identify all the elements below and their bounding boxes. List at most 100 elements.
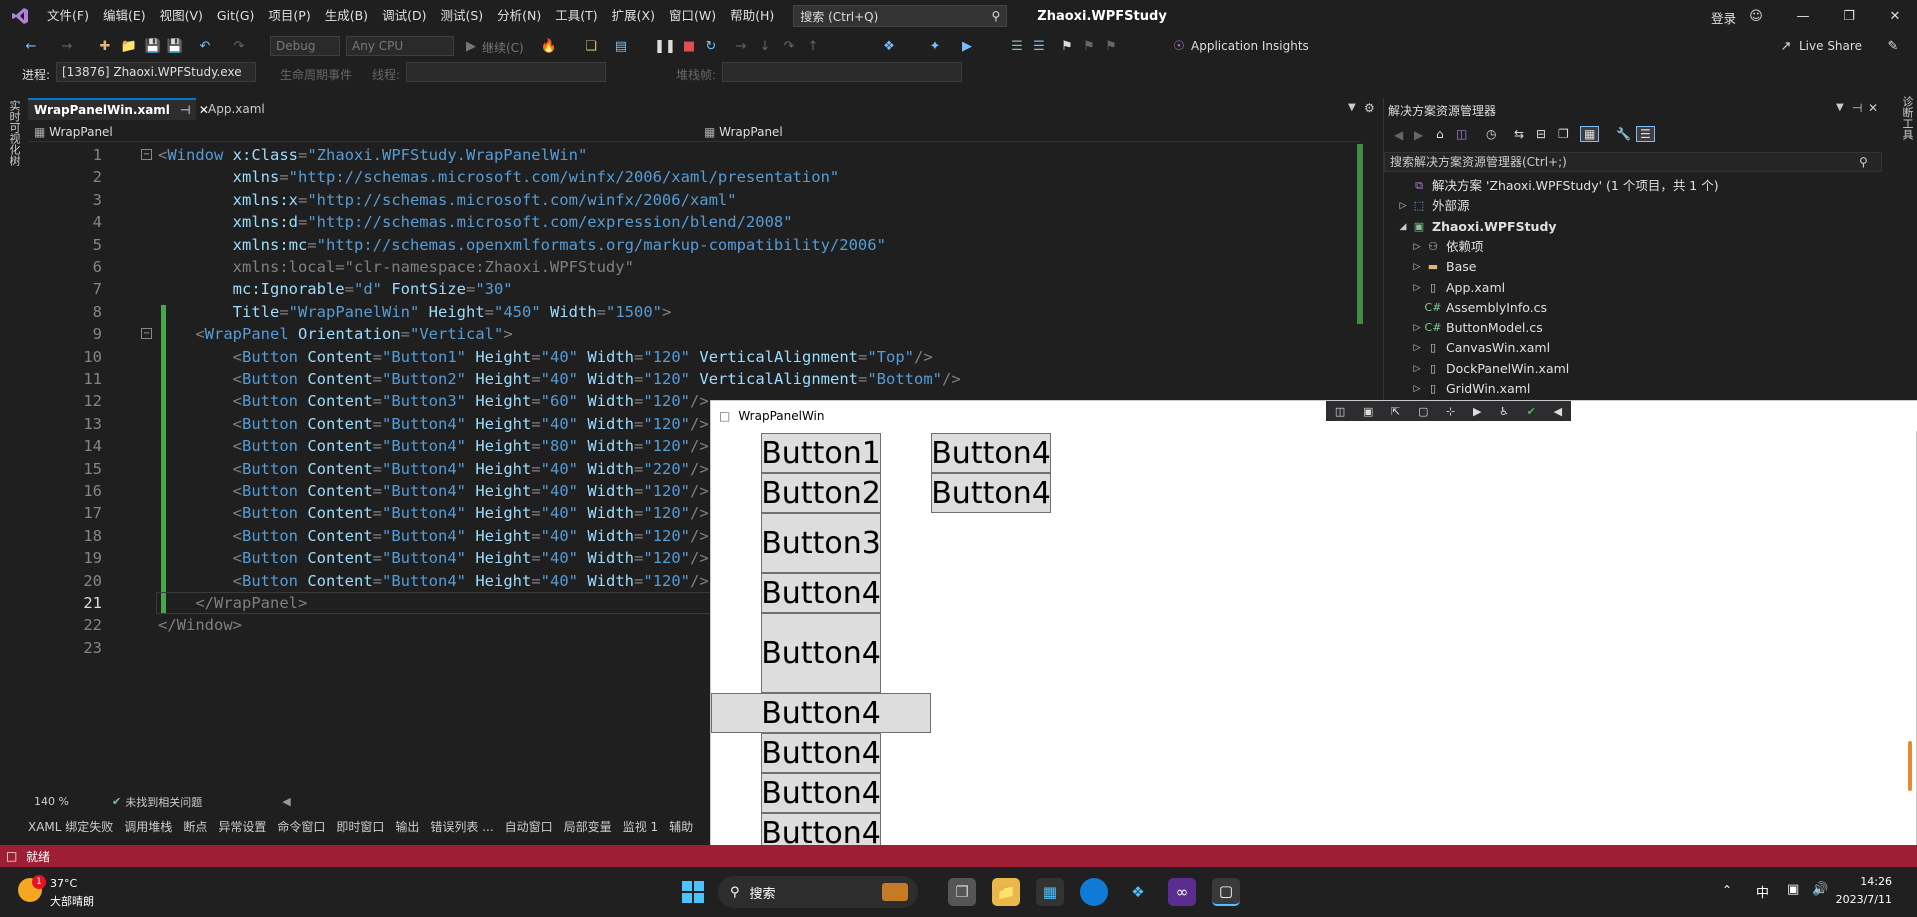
pending-changes-icon[interactable]: ◷ xyxy=(1486,127,1496,141)
code-line[interactable]: 4 xmlns:d="http://schemas.microsoft.com/… xyxy=(28,211,1361,233)
menu-item[interactable]: 项目(P) xyxy=(261,0,317,32)
task-view-icon[interactable]: ❐ xyxy=(948,878,976,906)
pin-icon[interactable]: ⊣ xyxy=(180,103,191,117)
back-icon[interactable]: ← xyxy=(22,37,40,55)
restart-icon[interactable]: ↻ xyxy=(702,37,720,55)
panel-menu-icon[interactable]: ▼ xyxy=(1836,102,1844,113)
menu-item[interactable]: 扩展(X) xyxy=(605,0,662,32)
menu-item[interactable]: 测试(S) xyxy=(433,0,490,32)
expand-arrow-icon[interactable]: ▷ xyxy=(1410,278,1424,298)
save-icon[interactable]: 💾 xyxy=(144,37,162,55)
new-project-icon[interactable]: ✚ xyxy=(96,37,114,55)
button1[interactable]: Button1 xyxy=(761,433,881,473)
menu-item[interactable]: 调试(D) xyxy=(375,0,433,32)
tree-item[interactable]: ◢ ▣ Zhaoxi.WPFStudy xyxy=(1396,217,1557,237)
code-line[interactable]: 2 xmlns="http://schemas.microsoft.com/wi… xyxy=(28,166,1361,188)
code-line[interactable]: 5 xmlns:mc="http://schemas.openxmlformat… xyxy=(28,234,1361,256)
editor-settings-icon[interactable]: ⚙ xyxy=(1364,101,1375,115)
expand-arrow-icon[interactable]: ▷ xyxy=(1410,318,1424,338)
visual-studio-icon[interactable]: ∞ xyxy=(1168,878,1196,906)
expand-arrow-icon[interactable]: ▷ xyxy=(1410,257,1424,277)
button4[interactable]: Button4 xyxy=(761,613,881,693)
volume-icon[interactable]: 🔊 xyxy=(1812,882,1828,897)
restore-button[interactable]: ❐ xyxy=(1826,0,1872,32)
expand-arrow-icon[interactable]: ▷ xyxy=(1410,338,1424,358)
select-element-icon[interactable]: ⇱ xyxy=(1391,405,1400,418)
app-insights-button[interactable]: Application Insights xyxy=(1191,39,1309,53)
code-line[interactable]: 9 <WrapPanel Orientation="Vertical"> xyxy=(28,323,1361,345)
bottom-tab[interactable]: 命令窗口 xyxy=(277,818,325,835)
live-tree-icon[interactable]: ✦ xyxy=(926,37,944,55)
edge-icon[interactable] xyxy=(1080,878,1108,906)
show-next-statement-icon[interactable]: → xyxy=(732,37,750,55)
button4[interactable]: Button4 xyxy=(761,733,881,773)
step-into-icon[interactable]: ↓ xyxy=(756,37,774,55)
video-icon[interactable]: ▣ xyxy=(1363,405,1373,418)
tree-item[interactable]: ▷ ▯ CanvasWin.xaml xyxy=(1410,338,1551,358)
tab-app-xaml[interactable]: App.xaml xyxy=(202,98,271,120)
bottom-tab[interactable]: 错误列表 ... xyxy=(430,818,493,835)
tab-overflow-icon[interactable]: ▼ xyxy=(1348,102,1356,113)
code-line[interactable]: 11 <Button Content="Button2" Height="40"… xyxy=(28,368,1361,390)
code-line[interactable]: 7 mc:Ignorable="d" FontSize="30" xyxy=(28,278,1361,300)
wpf-app-taskbar-icon[interactable]: ▢ xyxy=(1212,878,1240,906)
menu-item[interactable]: 生成(B) xyxy=(318,0,375,32)
feedback-icon[interactable]: ✎ xyxy=(1884,37,1902,55)
menu-item[interactable]: Git(G) xyxy=(210,0,262,32)
bottom-tab[interactable]: 输出 xyxy=(395,818,419,835)
fold-toggle-icon[interactable]: − xyxy=(141,328,152,340)
tree-item[interactable]: ▷ ▯ DockPanelWin.xaml xyxy=(1410,359,1570,379)
clock-date[interactable]: 2023/7/11 xyxy=(1830,893,1892,906)
accessibility-icon[interactable]: ♿ xyxy=(1499,405,1509,418)
tree-item[interactable]: C# AssemblyInfo.cs xyxy=(1410,298,1548,318)
show-hidden-icons[interactable]: ⌃ xyxy=(1722,883,1732,897)
bottom-tab[interactable]: 异常设置 xyxy=(218,818,266,835)
track-focus-icon[interactable]: ⊹ xyxy=(1446,405,1455,418)
button3[interactable]: Button3 xyxy=(761,513,881,573)
bottom-tab[interactable]: 断点 xyxy=(183,818,207,835)
step-out-icon[interactable]: ↑ xyxy=(804,37,822,55)
close-panel-icon[interactable]: ✕ xyxy=(1868,101,1878,115)
tree-item[interactable]: ▷ ⬚ 外部源 xyxy=(1396,196,1470,216)
forward-icon[interactable]: → xyxy=(58,37,76,55)
stop-icon[interactable]: ■ xyxy=(680,37,698,55)
step-over-icon[interactable]: ↷ xyxy=(780,37,798,55)
prev-bookmark-icon[interactable]: ⚑ xyxy=(1080,37,1098,55)
bottom-tab[interactable]: 调用堆栈 xyxy=(124,818,172,835)
output-icon[interactable]: □ xyxy=(6,849,17,863)
start-button[interactable] xyxy=(679,878,707,906)
bottom-tab[interactable]: 局部变量 xyxy=(564,818,612,835)
select-element-icon[interactable]: ▶ xyxy=(958,37,976,55)
network-icon[interactable]: ▣ xyxy=(1787,882,1799,897)
layout-icon[interactable]: ▤ xyxy=(612,37,630,55)
ime-indicator[interactable]: 中 xyxy=(1756,882,1769,901)
tree-item[interactable]: ▷ ▯ App.xaml xyxy=(1410,278,1506,298)
sync-icon[interactable]: ⇆ xyxy=(1514,127,1524,141)
menu-item[interactable]: 视图(V) xyxy=(153,0,210,32)
weather-temp[interactable]: 37°C xyxy=(50,877,77,890)
bottom-tab[interactable]: XAML 绑定失败 xyxy=(28,818,113,835)
file-explorer-icon[interactable]: 📁 xyxy=(992,878,1020,906)
microsoft-store-icon[interactable]: ▦ xyxy=(1036,878,1064,906)
issues-indicator[interactable]: 未找到相关问题 xyxy=(125,794,202,810)
process-select[interactable]: [13876] Zhaoxi.WPFStudy.exe xyxy=(56,62,256,82)
attach-icon[interactable]: ❏ xyxy=(582,37,600,55)
hot-reload-icon[interactable]: 🔥 xyxy=(540,37,558,55)
code-line[interactable]: 10 <Button Content="Button1" Height="40"… xyxy=(28,346,1361,368)
hot-reload-settings-icon[interactable]: ❖ xyxy=(880,37,898,55)
lifecycle-events-button[interactable]: 生命周期事件 xyxy=(280,66,352,83)
tree-item[interactable]: ▷ ⚇ 依赖项 xyxy=(1410,237,1484,257)
menu-item[interactable]: 编辑(E) xyxy=(96,0,153,32)
expand-arrow-icon[interactable]: ▷ xyxy=(1410,359,1424,379)
uncomment-icon[interactable]: ☰ xyxy=(1030,37,1048,55)
thread-select[interactable] xyxy=(406,62,606,82)
live-visual-tree-tab[interactable]: 实时可视化树 xyxy=(6,100,22,166)
menu-item[interactable]: 分析(N) xyxy=(490,0,548,32)
button2[interactable]: Button2 xyxy=(761,473,881,513)
stackframe-select[interactable] xyxy=(722,62,962,82)
collapse-toolbar-icon[interactable]: ◀ xyxy=(1554,405,1562,418)
menu-item[interactable]: 文件(F) xyxy=(40,0,96,32)
button4[interactable]: Button4 xyxy=(761,573,881,613)
diagnostic-tools-tab[interactable]: 诊断工具 xyxy=(1899,96,1915,140)
editor-scrollbar-marker[interactable] xyxy=(1357,144,1363,324)
